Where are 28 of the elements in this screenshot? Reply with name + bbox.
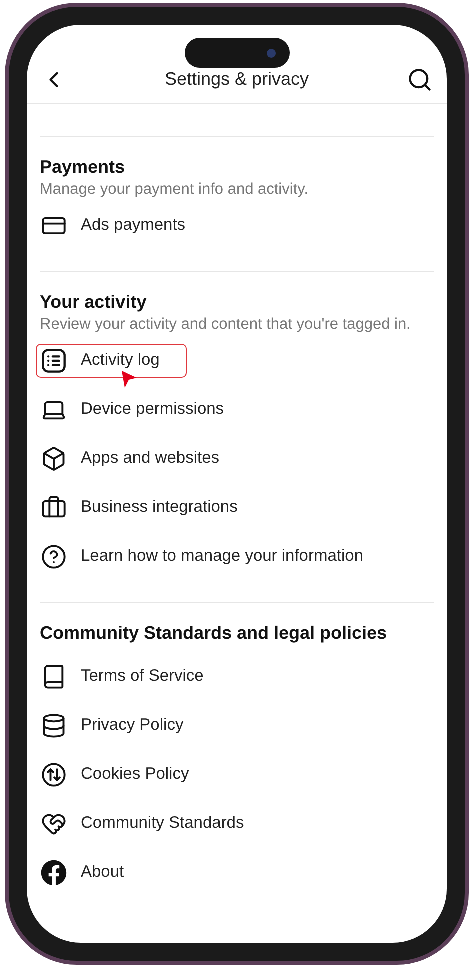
page-title: Settings & privacy bbox=[164, 68, 310, 91]
cube-icon bbox=[41, 446, 67, 472]
section-description: Review your activity and content that you're tagged in. bbox=[40, 315, 412, 335]
section-heading: Payments bbox=[40, 156, 126, 179]
help-circle-icon bbox=[41, 544, 67, 570]
menu-item[interactable]: Community Standards bbox=[36, 806, 272, 840]
database-icon bbox=[41, 712, 67, 738]
cursor-icon bbox=[120, 370, 138, 389]
menu-item[interactable]: Ads payments bbox=[36, 208, 213, 242]
section-heading: Your activity bbox=[40, 291, 148, 314]
camera-icon bbox=[266, 48, 276, 58]
search-button[interactable] bbox=[407, 66, 433, 92]
menu-item[interactable]: About bbox=[36, 856, 152, 890]
section-heading: Community Standards and legal policies bbox=[40, 622, 388, 645]
menu-item[interactable]: Business integrations bbox=[36, 490, 265, 524]
facebook-logo-icon bbox=[41, 860, 67, 886]
section-description: Manage your payment info and activity. bbox=[40, 180, 310, 200]
menu-item[interactable]: Apps and websites bbox=[36, 442, 247, 476]
menu-item[interactable]: Cookies Policy bbox=[36, 758, 216, 792]
menu-item[interactable]: Privacy Policy bbox=[36, 708, 211, 742]
search-icon bbox=[407, 66, 433, 92]
menu-item[interactable]: Learn how to manage your information bbox=[36, 540, 390, 574]
menu-item[interactable]: Terms of Service bbox=[36, 660, 231, 694]
arrows-circle-icon bbox=[41, 762, 67, 788]
menu-item[interactable]: Activity log bbox=[36, 344, 187, 378]
briefcase-icon bbox=[41, 494, 67, 520]
list-icon bbox=[41, 348, 67, 374]
menu-item[interactable]: Device permissions bbox=[36, 392, 252, 426]
